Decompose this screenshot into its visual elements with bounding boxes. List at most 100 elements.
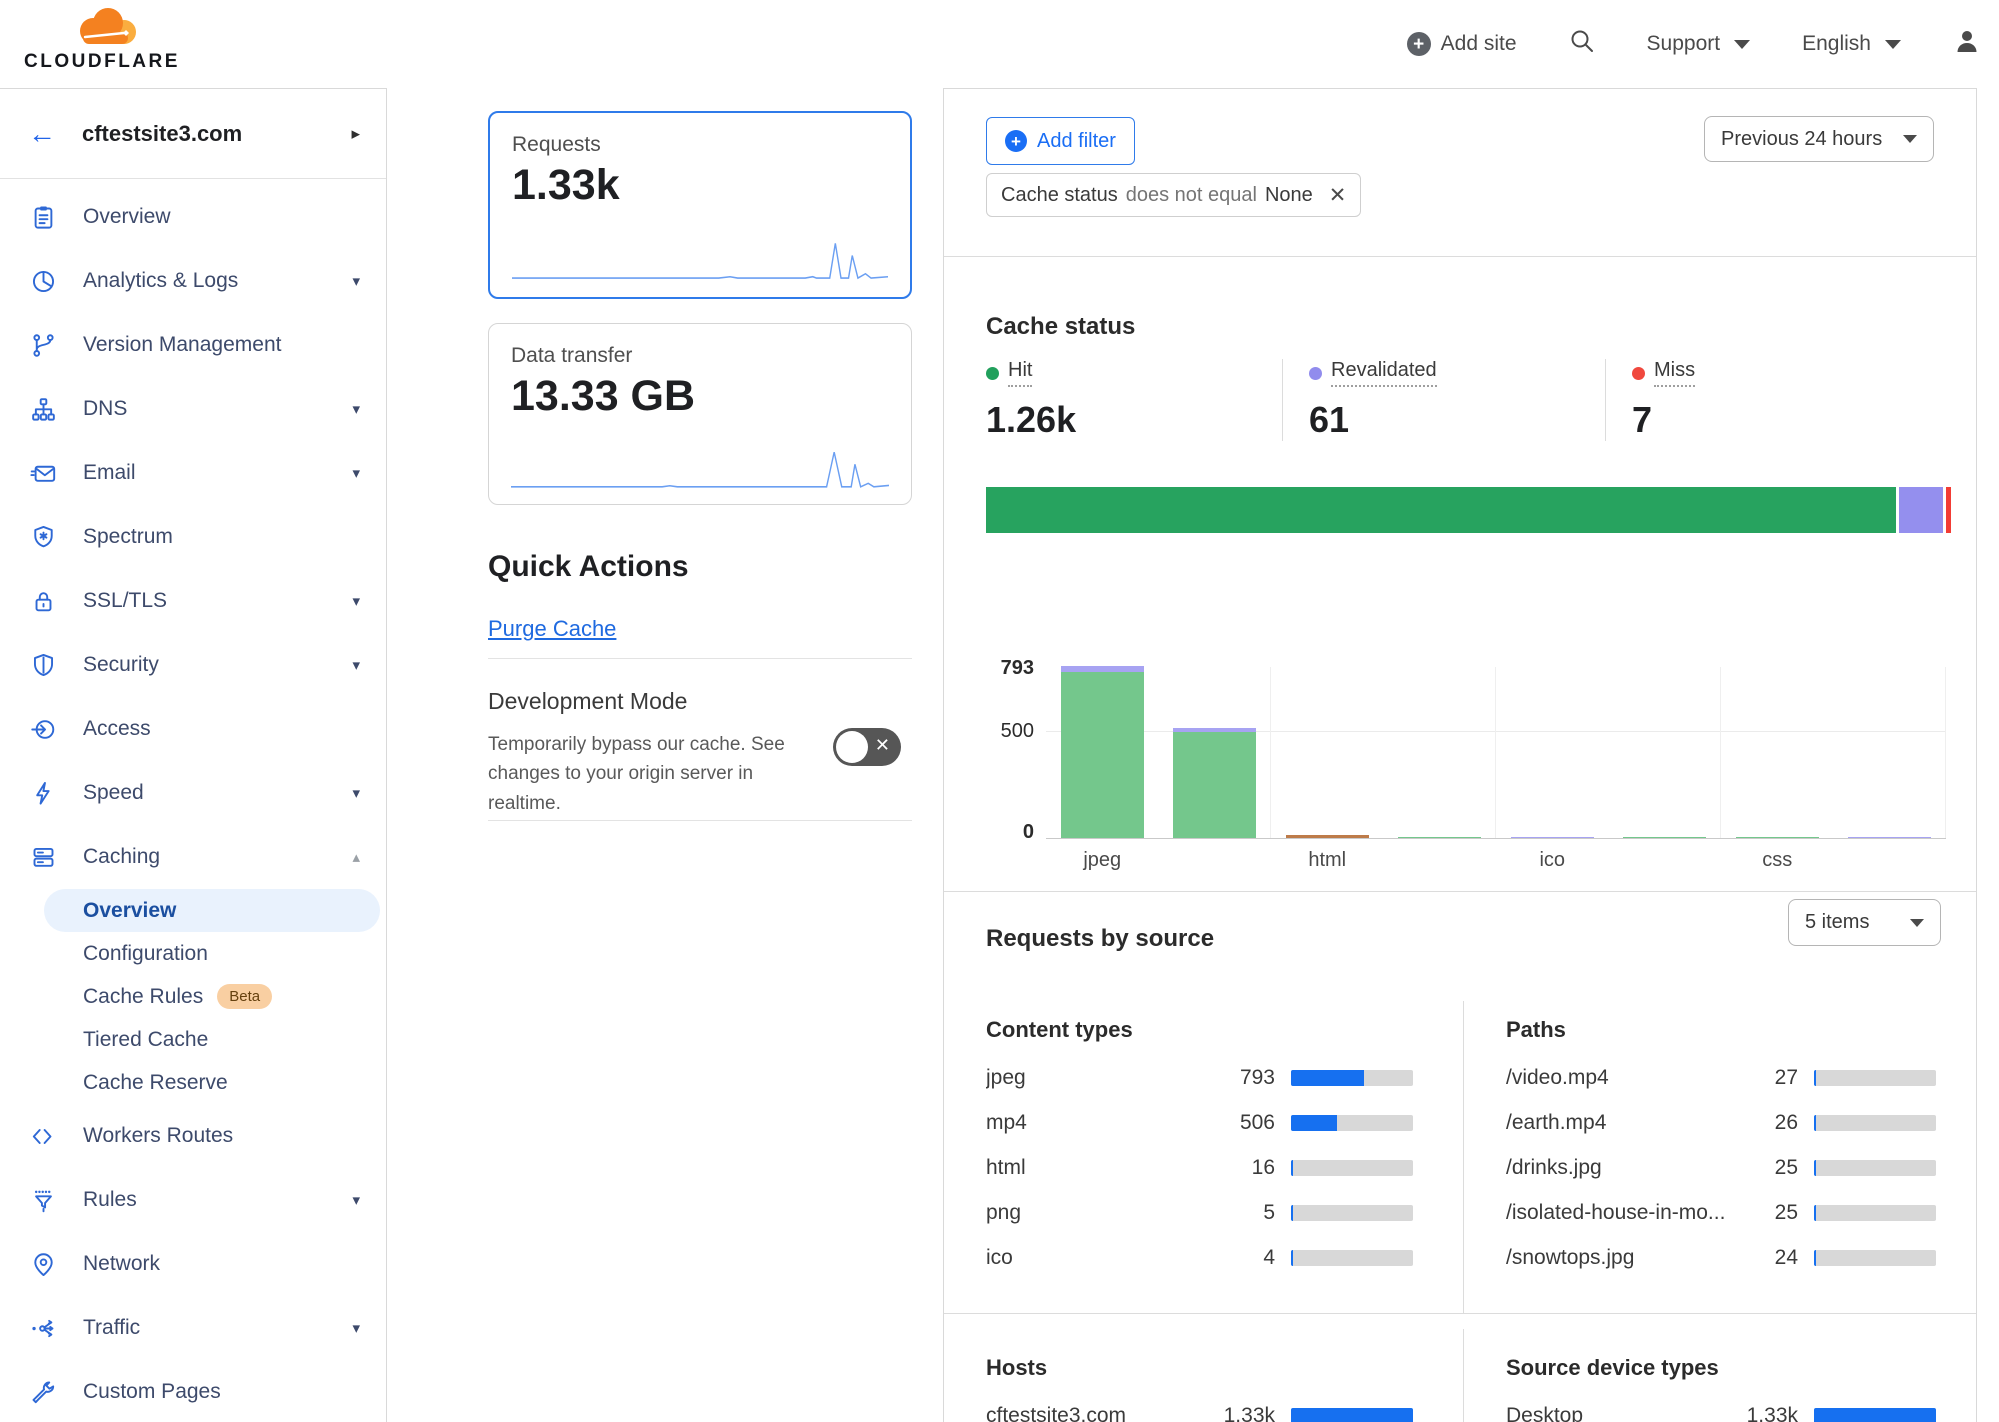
sidebar-item-label: Version Management [83,333,281,357]
summary-card-requests[interactable]: Requests1.33k [488,111,912,299]
site-name: cftestsite3.com [82,121,351,147]
x-axis-tick-label [1384,849,1497,872]
sidebar-item-rules[interactable]: Rules▾ [0,1168,386,1232]
row-bar-track [1814,1250,1936,1266]
summary-card-data-transfer[interactable]: Data transfer13.33 GB [488,323,912,505]
y-axis-tick: 793 [972,657,1034,680]
search-button[interactable] [1569,28,1595,60]
cache-stat-value: 1.26k [986,399,1282,441]
cache-status-stats: Hit1.26kRevalidated61Miss7 [986,359,1928,441]
filter-operator: does not equal [1126,184,1257,207]
cache-stat-name[interactable]: Revalidated [1331,359,1437,387]
top-nav: CLOUDFLARE + Add site Support English [0,0,1999,88]
chevron-down-icon: ▾ [352,1319,360,1337]
sidebar-item-label: Analytics & Logs [83,269,238,293]
sidebar-item-workers-routes[interactable]: Workers Routes [0,1104,386,1168]
row-bar-fill [1291,1115,1337,1131]
sidebar-item-version-management[interactable]: Version Management [0,313,386,377]
sidebar-subitem-cache-rules[interactable]: Cache RulesBeta [44,975,380,1018]
divider [944,1313,1976,1314]
row-bar-fill [1291,1250,1293,1266]
bar-segment-revalidated [1511,837,1594,838]
cloudflare-dashboard: CLOUDFLARE + Add site Support English [0,0,1999,1422]
row-value: 506 [1203,1111,1275,1135]
back-arrow-icon[interactable]: ← [28,120,56,148]
sidebar-item-label: Access [83,717,151,741]
chevron-down-icon [1734,40,1750,49]
hit-dot-icon [986,367,999,380]
analytics-panel: + Add filter Cache status does not equal… [943,88,1977,1422]
row-bar-fill [1291,1070,1364,1086]
add-site-button[interactable]: + Add site [1407,32,1517,56]
cloudflare-logo[interactable]: CLOUDFLARE [22,6,182,73]
top-actions: + Add site Support English [1407,0,1981,88]
cache-stat-name[interactable]: Miss [1654,359,1695,387]
row-bar-track [1291,1408,1413,1422]
development-mode-description: Temporarily bypass our cache. See change… [488,730,788,818]
cache-stat-name[interactable]: Hit [1008,359,1032,387]
source-device-types-table: Desktop1.33k [1506,1393,1936,1422]
row-label: mp4 [986,1111,1203,1135]
gridline [1270,667,1271,838]
row-value: 27 [1742,1066,1798,1090]
row-label: /isolated-house-in-mo... [1506,1201,1742,1225]
sidebar-subitem-configuration[interactable]: Configuration [44,932,380,975]
cache-status-bar-chart [1046,667,1946,839]
sidebar-subitem-label: Overview [83,899,176,923]
chart-bar-html [1286,835,1369,838]
table-row: /video.mp427 [1506,1055,1936,1100]
chevron-up-icon: ▴ [352,848,360,866]
sidebar-item-security[interactable]: Security▾ [0,633,386,697]
divider [1463,1001,1464,1313]
sidebar-subitem-overview[interactable]: Overview [44,889,380,932]
row-bar-fill [1291,1408,1413,1422]
add-filter-button[interactable]: + Add filter [986,117,1135,165]
sidebar-item-access[interactable]: Access [0,697,386,761]
row-bar-fill [1814,1205,1816,1221]
support-menu[interactable]: Support [1647,32,1751,56]
items-count-dropdown[interactable]: 5 items [1788,899,1941,946]
purge-cache-link[interactable]: Purge Cache [488,616,616,642]
row-value: 1.33k [1726,1404,1798,1422]
chevron-right-icon[interactable]: ▸ [351,124,360,144]
sidebar-subitem-cache-reserve[interactable]: Cache Reserve [44,1061,380,1104]
divider [488,658,912,659]
development-mode-toggle[interactable]: ✕ [833,728,901,766]
row-bar-fill [1291,1205,1293,1221]
sidebar-item-ssl-tls[interactable]: SSL/TLS▾ [0,569,386,633]
row-label: /snowtops.jpg [1506,1246,1742,1270]
user-avatar[interactable] [1953,27,1981,61]
sidebar-item-analytics-logs[interactable]: Analytics & Logs ▾ [0,249,386,313]
language-menu[interactable]: English [1802,32,1901,56]
close-icon[interactable]: ✕ [1329,183,1347,208]
chevron-down-icon: ▾ [352,272,360,290]
divider [488,820,912,821]
sidebar-item-speed[interactable]: Speed▾ [0,761,386,825]
x-axis-tick-label: css [1721,849,1834,872]
search-icon [1569,28,1595,60]
sidebar-item-email[interactable]: Email▾ [0,441,386,505]
lock-icon [30,588,57,615]
chevron-down-icon [1903,135,1917,143]
chart-bar-ico [1511,837,1594,838]
network-tree-icon [30,396,57,423]
lightning-icon [30,780,57,807]
time-range-dropdown[interactable]: Previous 24 hours [1704,116,1934,162]
sidebar-item-custom-pages[interactable]: Custom Pages [0,1360,386,1422]
add-site-label: Add site [1441,32,1517,56]
quick-actions-title: Quick Actions [488,550,689,584]
sidebar-subitem-tiered-cache[interactable]: Tiered Cache [44,1018,380,1061]
chart-bar-css [1736,837,1819,838]
bar-segment-hit [1173,732,1256,838]
sidebar-item-caching[interactable]: Caching▴ [0,825,386,889]
sidebar-item-network[interactable]: Network [0,1232,386,1296]
table-row: /isolated-house-in-mo...25 [1506,1190,1936,1235]
sidebar-item-spectrum[interactable]: Spectrum [0,505,386,569]
chart-bar-jpeg [1061,666,1144,838]
row-value: 5 [1203,1201,1275,1225]
sidebar-item-traffic[interactable]: Traffic▾ [0,1296,386,1360]
filter-chip[interactable]: Cache status does not equal None ✕ [986,173,1361,217]
sidebar-item-overview[interactable]: Overview [0,185,386,249]
sidebar-item-dns[interactable]: DNS▾ [0,377,386,441]
row-bar-track [1814,1115,1936,1131]
